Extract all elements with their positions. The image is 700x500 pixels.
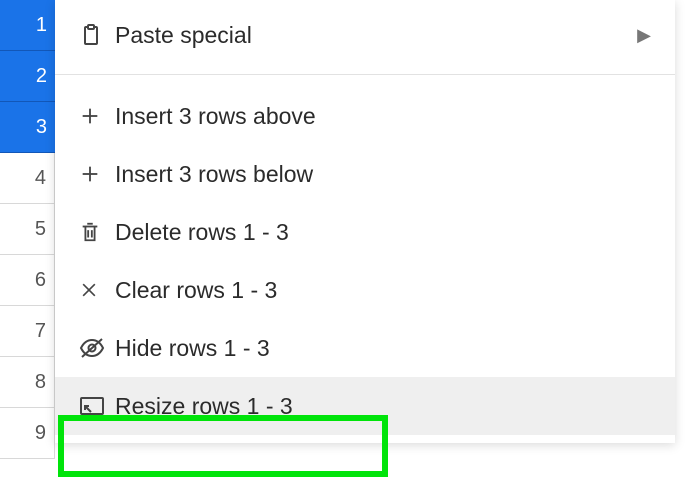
menu-item-resize-rows[interactable]: Resize rows 1 - 3 — [55, 377, 675, 435]
resize-icon — [79, 396, 115, 416]
close-icon — [79, 280, 115, 300]
row-header-6[interactable]: 6 — [0, 255, 55, 306]
context-menu: Paste special ▶ Insert 3 rows above Inse… — [55, 0, 675, 443]
row-header-8[interactable]: 8 — [0, 357, 55, 408]
row-header-4[interactable]: 4 — [0, 153, 55, 204]
row-header-2[interactable]: 2 — [0, 51, 55, 102]
menu-label: Delete rows 1 - 3 — [115, 219, 651, 246]
row-number: 9 — [35, 422, 46, 445]
menu-item-insert-rows-above[interactable]: Insert 3 rows above — [55, 87, 675, 145]
plus-icon — [79, 105, 115, 127]
menu-label: Insert 3 rows below — [115, 161, 651, 188]
menu-item-delete-rows[interactable]: Delete rows 1 - 3 — [55, 203, 675, 261]
row-number: 5 — [35, 218, 46, 241]
menu-item-clear-rows[interactable]: Clear rows 1 - 3 — [55, 261, 675, 319]
menu-separator — [55, 74, 675, 75]
eye-off-icon — [79, 337, 115, 359]
menu-item-hide-rows[interactable]: Hide rows 1 - 3 — [55, 319, 675, 377]
row-number: 8 — [35, 371, 46, 394]
row-header-1[interactable]: 1 — [0, 0, 55, 51]
row-header-9[interactable]: 9 — [0, 408, 55, 459]
menu-label: Hide rows 1 - 3 — [115, 335, 651, 362]
row-header-5[interactable]: 5 — [0, 204, 55, 255]
menu-item-paste-special[interactable]: Paste special ▶ — [55, 6, 675, 64]
row-header-3[interactable]: 3 — [0, 102, 55, 153]
trash-icon — [79, 220, 115, 244]
row-number: 3 — [36, 116, 47, 139]
row-number: 6 — [35, 269, 46, 292]
row-headers: 1 2 3 4 5 6 7 8 9 — [0, 0, 55, 500]
row-number: 7 — [35, 320, 46, 343]
menu-label: Paste special — [115, 22, 637, 49]
row-number: 2 — [36, 65, 47, 88]
row-number: 1 — [36, 14, 47, 37]
row-number: 4 — [35, 167, 46, 190]
menu-item-insert-rows-below[interactable]: Insert 3 rows below — [55, 145, 675, 203]
plus-icon — [79, 163, 115, 185]
menu-label: Resize rows 1 - 3 — [115, 393, 651, 420]
row-header-7[interactable]: 7 — [0, 306, 55, 357]
menu-label: Insert 3 rows above — [115, 103, 651, 130]
chevron-right-icon: ▶ — [637, 25, 651, 46]
menu-label: Clear rows 1 - 3 — [115, 277, 651, 304]
clipboard-icon — [79, 23, 115, 47]
